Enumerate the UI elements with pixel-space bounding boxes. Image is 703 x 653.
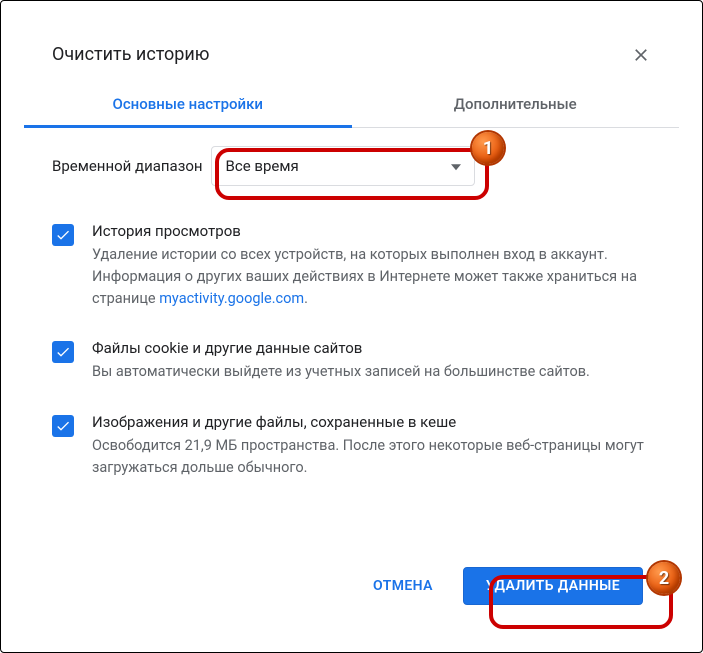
option-title: Изображения и другие файлы, сохраненные … <box>92 413 651 431</box>
option-description: Освободится 21,9 МБ пространства. После … <box>92 435 651 479</box>
time-range-row: Временной диапазон Все время <box>52 146 651 186</box>
tabs: Основные настройки Дополнительные <box>24 79 679 128</box>
option-cache: Изображения и другие файлы, сохраненные … <box>52 401 651 497</box>
check-icon <box>55 227 71 243</box>
tab-basic[interactable]: Основные настройки <box>24 79 352 127</box>
checkbox-cache[interactable] <box>52 415 74 437</box>
cancel-button[interactable]: Отмена <box>351 568 455 604</box>
option-description: Удаление истории со всех устройств, на к… <box>92 244 651 309</box>
checkbox-browsing-history[interactable] <box>52 224 74 246</box>
dialog-title: Очистить историю <box>52 44 209 65</box>
time-range-select[interactable]: Все время <box>211 146 475 186</box>
clear-data-button[interactable]: Удалить данные <box>463 567 643 605</box>
annotation-badge-2: 2 <box>648 562 680 594</box>
close-icon <box>631 45 651 65</box>
checkbox-cookies[interactable] <box>52 341 74 363</box>
myactivity-link[interactable]: myactivity.google.com <box>159 290 304 307</box>
tab-advanced[interactable]: Дополнительные <box>352 79 680 127</box>
dialog-footer: Отмена Удалить данные <box>24 567 679 633</box>
option-title: История просмотров <box>92 222 651 240</box>
check-icon <box>55 344 71 360</box>
dialog-header: Очистить историю <box>24 20 679 79</box>
clear-browsing-data-dialog: Очистить историю Основные настройки Допо… <box>24 20 679 633</box>
option-description: Вы автоматически выйдете из учетных запи… <box>92 361 651 383</box>
chevron-down-icon <box>451 164 461 170</box>
time-range-value: Все время <box>211 146 475 186</box>
dialog-body: Временной диапазон Все время История про… <box>24 128 679 497</box>
time-range-label: Временной диапазон <box>52 157 203 175</box>
option-desc-suffix: . <box>304 290 308 307</box>
option-title: Файлы cookie и другие данные сайтов <box>92 339 651 357</box>
close-button[interactable] <box>631 45 651 65</box>
annotation-badge-1: 1 <box>472 132 504 164</box>
option-cookies: Файлы cookie и другие данные сайтов Вы а… <box>52 327 651 401</box>
check-icon <box>55 418 71 434</box>
option-browsing-history: История просмотров Удаление истории со в… <box>52 210 651 327</box>
